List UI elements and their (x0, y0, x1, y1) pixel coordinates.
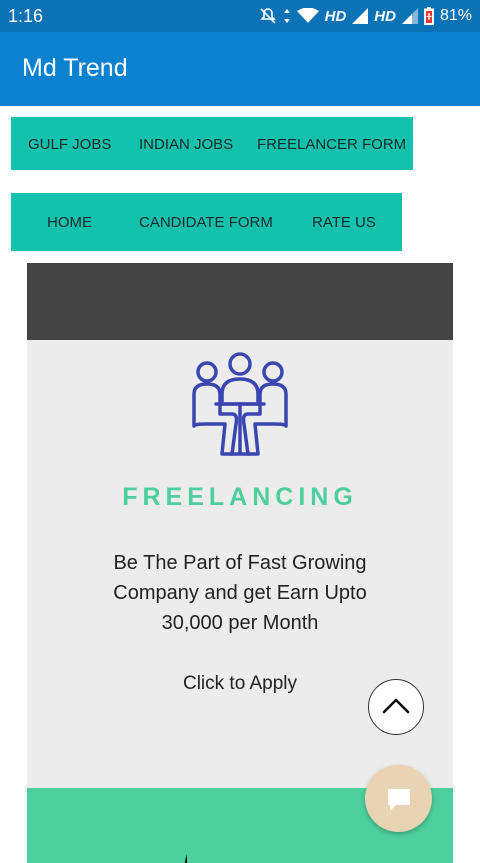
nav-gulf-jobs[interactable]: GULF JOBS (28, 136, 111, 153)
app-bar: Md Trend (0, 32, 480, 106)
chat-bubble-icon (388, 789, 410, 811)
card-header-band (27, 263, 453, 340)
network-type-label-2: HD (374, 7, 396, 25)
nav-candidate-form[interactable]: CANDIDATE FORM (139, 214, 273, 231)
chat-button[interactable] (365, 765, 432, 832)
battery-icon (423, 7, 434, 25)
nav-menu-row-2: HOME CANDIDATE FORM RATE US (11, 193, 402, 251)
wifi-icon (296, 8, 319, 23)
nav-home[interactable]: HOME (47, 214, 92, 231)
signal-icon (352, 8, 369, 24)
network-type-label: HD (324, 7, 347, 25)
card-description: Be The Part of Fast Growing Company and … (113, 552, 367, 634)
nav-freelancer-form[interactable]: FREELANCER FORM (257, 136, 406, 153)
chevron-up-icon (382, 698, 410, 714)
status-time: 1:16 (8, 6, 44, 26)
data-arrows-icon (283, 9, 290, 23)
nav-indian-jobs[interactable]: INDIAN JOBS (139, 136, 233, 153)
scroll-to-top-button[interactable] (368, 679, 424, 735)
partial-illustration (184, 830, 260, 863)
nav-rate-us[interactable]: RATE US (312, 214, 376, 231)
signal-icon-2 (401, 8, 418, 24)
status-icons: HD HD 81% (259, 5, 472, 27)
status-bar: 1:16 HD HD 81% (0, 0, 480, 32)
battery-level: 81% (439, 7, 472, 24)
mute-bell-icon (259, 8, 276, 24)
card-heading: FREELANCING (122, 483, 358, 511)
app-title: Md Trend (22, 54, 128, 82)
meeting-table-icon (192, 352, 288, 456)
nav-menu-row-1: GULF JOBS INDIAN JOBS FREELANCER FORM (11, 117, 413, 170)
